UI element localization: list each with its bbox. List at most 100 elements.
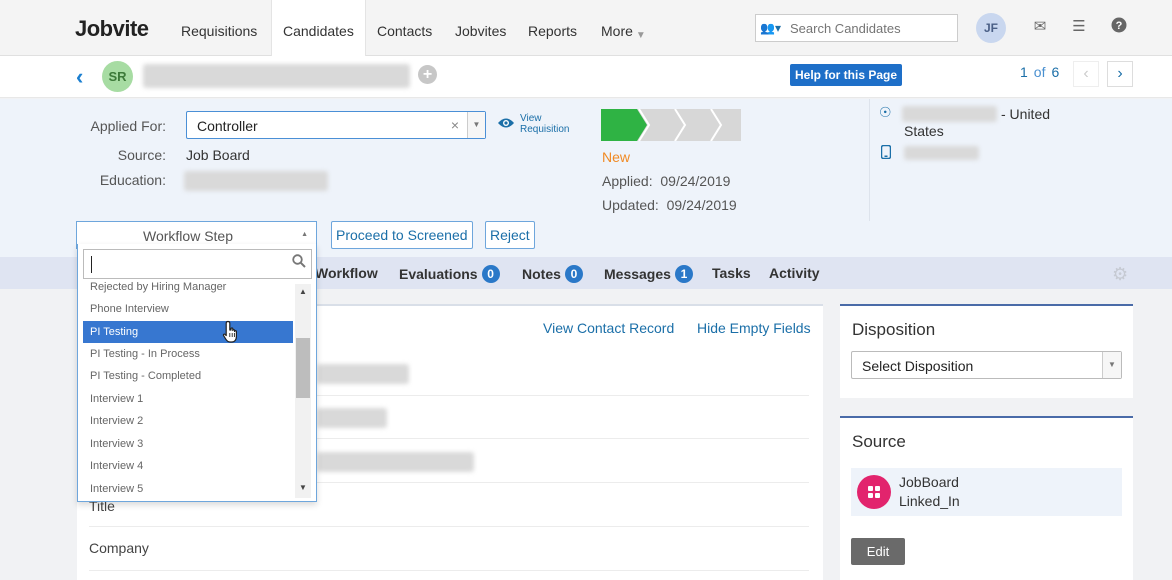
option-interview-1[interactable]: Interview 1 — [83, 388, 293, 410]
field-row-company: Company — [89, 527, 809, 571]
field-value-redacted — [317, 452, 474, 472]
candidate-header: ‹ SR + Help for this Page 1 of 6 ‹ › — [0, 56, 1172, 98]
applied-date: 09/24/2019 — [660, 173, 731, 189]
back-chevron-icon[interactable]: ‹ — [76, 64, 83, 90]
applied-for-label: Applied For: — [90, 118, 166, 134]
help-for-page-button[interactable]: Help for this Page — [790, 64, 903, 86]
option-interview-3[interactable]: Interview 3 — [83, 433, 293, 455]
source-label: Source: — [117, 147, 166, 163]
eye-icon — [497, 116, 515, 133]
tab-messages[interactable]: Messages 1 — [604, 265, 693, 283]
workflow-options-list: Rejected by Hiring Manager Phone Intervi… — [83, 282, 293, 498]
pipeline-progress — [601, 109, 741, 141]
chevron-up-icon: ▲ — [301, 231, 308, 238]
people-filter-icon[interactable]: 👥▾ — [760, 19, 786, 37]
tab-activity[interactable]: Activity — [769, 265, 820, 281]
source-panel: Source JobBoard Linked_In Edit — [840, 416, 1133, 580]
dropdown-arrow-icon: ▼ — [1102, 352, 1121, 378]
view-requisition-line2: Requisition — [520, 124, 570, 135]
next-page-icon[interactable]: › — [1107, 61, 1133, 87]
location-line2: States — [904, 123, 944, 139]
dropdown-arrow-icon[interactable]: ▼ — [467, 112, 485, 138]
workflow-step-label: Workflow Step — [143, 228, 233, 244]
location-redacted — [902, 106, 997, 122]
workflow-step-options: Rejected by Hiring Manager Phone Intervi… — [77, 244, 317, 502]
option-interview-5[interactable]: Interview 5 — [83, 478, 293, 498]
view-requisition-line1: View — [520, 113, 542, 124]
proceed-to-screened-button[interactable]: Proceed to Screened — [331, 221, 473, 249]
nav-more-label: More — [601, 23, 633, 39]
workflow-search-input[interactable] — [83, 249, 312, 279]
source-item: JobBoard Linked_In — [851, 468, 1122, 516]
pager: 1 of 6 — [1020, 64, 1059, 80]
location-person-icon: ☉ — [879, 104, 892, 120]
applied-date-line: Applied: 09/24/2019 — [602, 173, 730, 189]
pager-of: of — [1033, 64, 1046, 80]
option-pi-testing[interactable]: PI Testing — [83, 321, 293, 343]
company-label: Company — [89, 540, 149, 556]
updated-date: 09/24/2019 — [666, 197, 737, 213]
nav-jobvites[interactable]: Jobvites — [444, 0, 517, 56]
phone-icon — [880, 144, 892, 162]
top-navigation: Jobvite Requisitions Candidates Contacts… — [0, 0, 1172, 57]
divider — [869, 99, 870, 221]
reject-button[interactable]: Reject — [485, 221, 535, 249]
tab-evaluations-label: Evaluations — [399, 266, 478, 282]
source-title: Source — [852, 432, 906, 451]
edit-source-button[interactable]: Edit — [851, 538, 905, 565]
tab-notes[interactable]: Notes 0 — [522, 265, 583, 283]
option-pi-testing-completed[interactable]: PI Testing - Completed — [83, 365, 293, 387]
candidate-avatar: SR — [102, 61, 133, 92]
search-candidates-input[interactable] — [790, 18, 950, 38]
hand-cursor-icon — [222, 320, 237, 343]
nav-reports[interactable]: Reports — [517, 0, 588, 56]
jobboard-app-icon — [857, 475, 891, 509]
mail-icon[interactable]: ✉ — [1030, 17, 1050, 37]
pager-total: 6 — [1051, 64, 1060, 80]
view-contact-record-link[interactable]: View Contact Record — [543, 320, 674, 336]
field-value-redacted — [317, 408, 387, 428]
disposition-panel: Disposition Select Disposition ▼ — [840, 304, 1133, 398]
option-interview-4[interactable]: Interview 4 — [83, 455, 293, 477]
user-avatar[interactable]: JF — [976, 13, 1006, 43]
source-line2: Linked_In — [899, 493, 960, 509]
select-disposition-label: Select Disposition — [862, 358, 974, 374]
hide-empty-fields-link[interactable]: Hide Empty Fields — [697, 320, 811, 336]
jobvite-logo[interactable]: Jobvite — [75, 16, 149, 42]
gear-icon[interactable]: ⚙ — [1112, 264, 1128, 285]
tab-tasks[interactable]: Tasks — [712, 265, 751, 281]
scrollbar-thumb[interactable] — [296, 338, 310, 398]
prev-page-icon[interactable]: ‹ — [1073, 61, 1099, 87]
applied-for-value: Controller — [197, 118, 258, 134]
applied-label: Applied: — [602, 173, 653, 189]
tab-evaluations[interactable]: Evaluations 0 — [399, 265, 500, 283]
nav-candidates[interactable]: Candidates — [271, 0, 366, 57]
candidate-name-redacted — [143, 64, 410, 88]
applied-for-select[interactable]: Controller × ▼ — [186, 111, 486, 139]
scroll-up-icon[interactable]: ▲ — [295, 287, 311, 296]
tab-notes-label: Notes — [522, 266, 561, 282]
help-icon[interactable]: ? — [1109, 17, 1129, 37]
nav-requisitions[interactable]: Requisitions — [170, 0, 268, 56]
options-scrollbar[interactable]: ▲ ▼ — [295, 284, 311, 498]
candidate-search-box: 👥▾ — [755, 14, 958, 42]
clear-icon[interactable]: × — [451, 117, 459, 133]
select-disposition-dropdown[interactable]: Select Disposition ▼ — [851, 351, 1122, 379]
messages-count-badge: 1 — [674, 265, 693, 283]
list-icon[interactable]: ☰ — [1069, 17, 1089, 37]
updated-date-line: Updated: 09/24/2019 — [602, 197, 737, 213]
option-interview-2[interactable]: Interview 2 — [83, 410, 293, 432]
add-icon[interactable]: + — [418, 65, 437, 84]
status-new: New — [602, 149, 631, 165]
nav-more[interactable]: More ▼ — [590, 0, 657, 56]
text-caret — [91, 256, 92, 273]
nav-contacts[interactable]: Contacts — [366, 0, 443, 56]
pager-current: 1 — [1020, 64, 1028, 80]
option-pi-testing-in-process[interactable]: PI Testing - In Process — [83, 343, 293, 365]
notes-count-badge: 0 — [564, 265, 583, 283]
option-phone-interview[interactable]: Phone Interview — [83, 298, 293, 320]
disposition-title: Disposition — [852, 320, 936, 339]
tab-workflow[interactable]: Workflow — [315, 265, 378, 281]
scroll-down-icon[interactable]: ▼ — [295, 483, 311, 492]
option-rejected-by-hiring-manager[interactable]: Rejected by Hiring Manager — [83, 282, 293, 298]
